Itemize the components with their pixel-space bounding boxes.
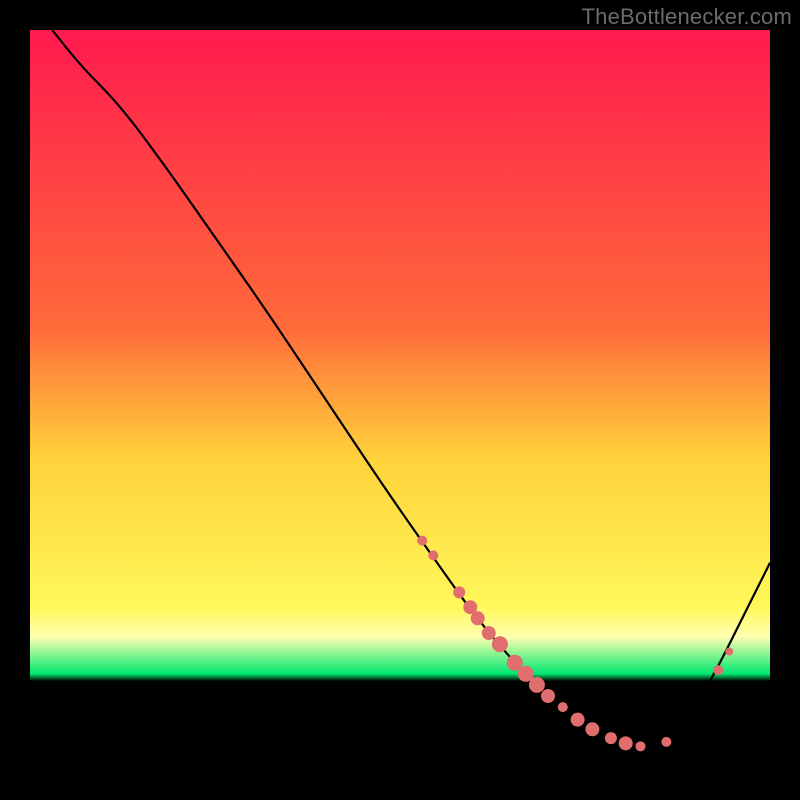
data-point — [558, 702, 568, 712]
chart-svg — [0, 0, 800, 800]
data-point — [619, 736, 633, 750]
bottleneck-chart: TheBottlenecker.com — [0, 0, 800, 800]
frame-bottom — [0, 770, 800, 800]
watermark-text: TheBottlenecker.com — [582, 4, 792, 30]
data-point — [428, 550, 438, 560]
data-point — [482, 626, 496, 640]
data-point — [541, 689, 555, 703]
data-point — [417, 536, 427, 546]
data-point — [571, 713, 585, 727]
plot-background — [30, 30, 770, 770]
data-point — [725, 648, 733, 656]
data-point — [661, 737, 671, 747]
data-point — [636, 741, 646, 751]
frame-left — [0, 0, 30, 800]
data-point — [492, 636, 508, 652]
frame-right — [770, 0, 800, 800]
data-point — [529, 677, 545, 693]
data-point — [713, 665, 723, 675]
data-point — [585, 722, 599, 736]
data-point — [453, 586, 465, 598]
data-point — [605, 732, 617, 744]
data-point — [471, 611, 485, 625]
